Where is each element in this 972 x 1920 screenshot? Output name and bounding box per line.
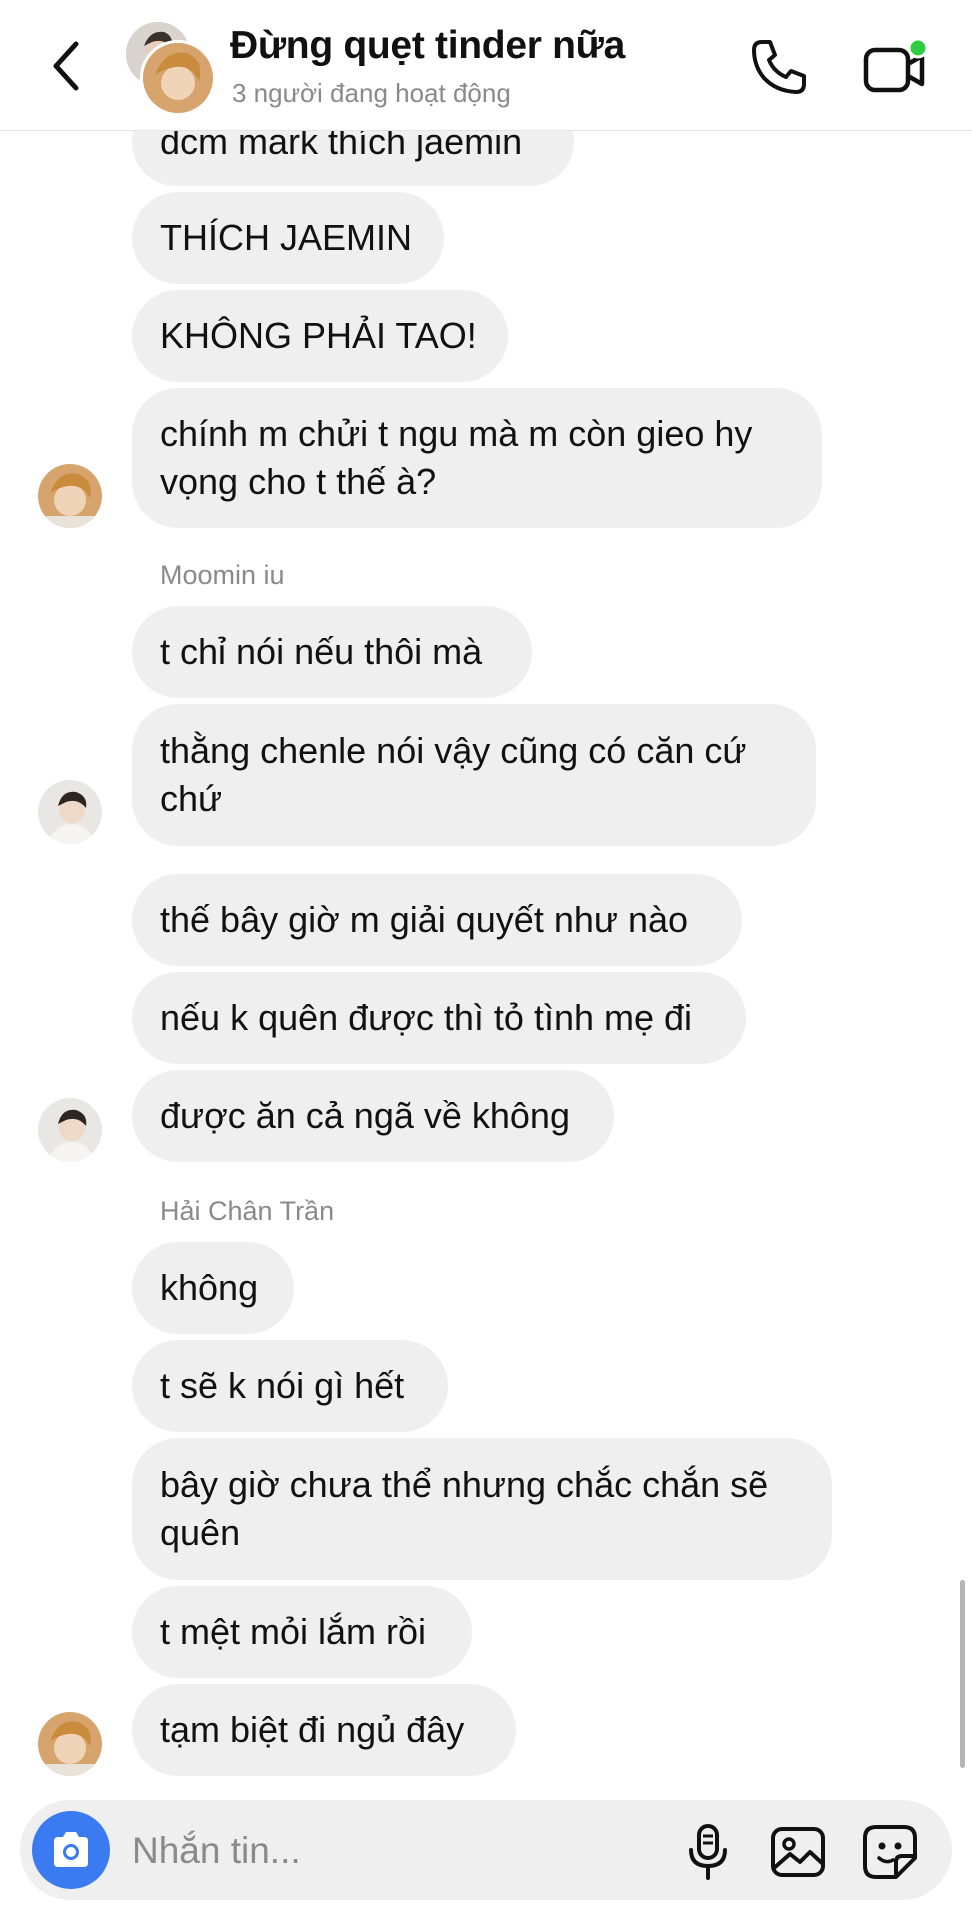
message-bubble[interactable]: thằng chenle nói vậy cũng có căn cứ chứ [132,704,816,846]
message-bubble[interactable]: được ăn cả ngã về không [132,1070,614,1162]
message-input[interactable] [130,1822,674,1880]
message-bubble[interactable]: THÍCH JAEMIN [132,192,444,284]
message-bubble[interactable]: bây giờ chưa thể nhưng chắc chắn sẽ quên [132,1438,832,1580]
scrollbar[interactable] [960,1580,965,1768]
message-bubble[interactable]: t sẽ k nói gì hết [132,1340,448,1432]
group-avatar[interactable] [126,22,216,116]
camera-icon [54,1832,88,1867]
video-camera-icon [863,37,929,93]
sticker-button[interactable] [860,1822,920,1882]
chevron-left-icon [53,41,79,91]
active-status: 3 người đang hoạt động [232,78,511,108]
video-call-button[interactable] [862,37,930,96]
avatar-photo [38,780,102,844]
image-icon [771,1827,825,1877]
sender-name: Moomin iu [160,560,285,590]
back-button[interactable] [42,34,92,98]
audio-call-button[interactable] [748,36,810,98]
message-bubble[interactable]: thế bây giờ m giải quyết như nào [132,874,742,966]
active-dot [907,37,929,59]
avatar-photo [38,464,102,528]
avatar[interactable] [38,464,102,528]
avatar-photo [143,43,213,113]
gallery-button[interactable] [768,1822,828,1882]
message-bubble[interactable]: KHÔNG PHẢI TAO! [132,290,508,382]
sender-name: Hải Chân Trần [160,1196,335,1226]
message-bubble[interactable]: t chỉ nói nếu thôi mà [132,606,532,698]
message-bubble[interactable]: không [132,1242,294,1334]
avatar-photo [38,1098,102,1162]
chat-title[interactable]: Đừng quẹt tinder nữa [230,24,625,68]
message-composer [20,1800,952,1900]
message-bubble[interactable]: chính m chửi t ngu mà m còn gieo hy vọng… [132,388,822,528]
chat-header: Đừng quẹt tinder nữa 3 người đang hoạt đ… [0,0,972,131]
message-bubble[interactable]: nếu k quên được thì tỏ tình mẹ đi [132,972,746,1064]
avatar[interactable] [38,780,102,844]
sticker-icon [863,1825,917,1879]
microphone-icon [689,1824,727,1880]
avatar [140,40,216,116]
message-thread: dcm mark thích jaemin THÍCH JAEMIN KHÔNG… [0,0,972,1785]
avatar[interactable] [38,1712,102,1776]
message-bubble[interactable]: tạm biệt đi ngủ đây [132,1684,516,1776]
message-bubble[interactable]: t mệt mỏi lắm rồi [132,1586,472,1678]
avatar[interactable] [38,1098,102,1162]
phone-icon [752,40,806,94]
voice-message-button[interactable] [680,1822,736,1882]
avatar-photo [38,1712,102,1776]
camera-button[interactable] [32,1811,110,1889]
